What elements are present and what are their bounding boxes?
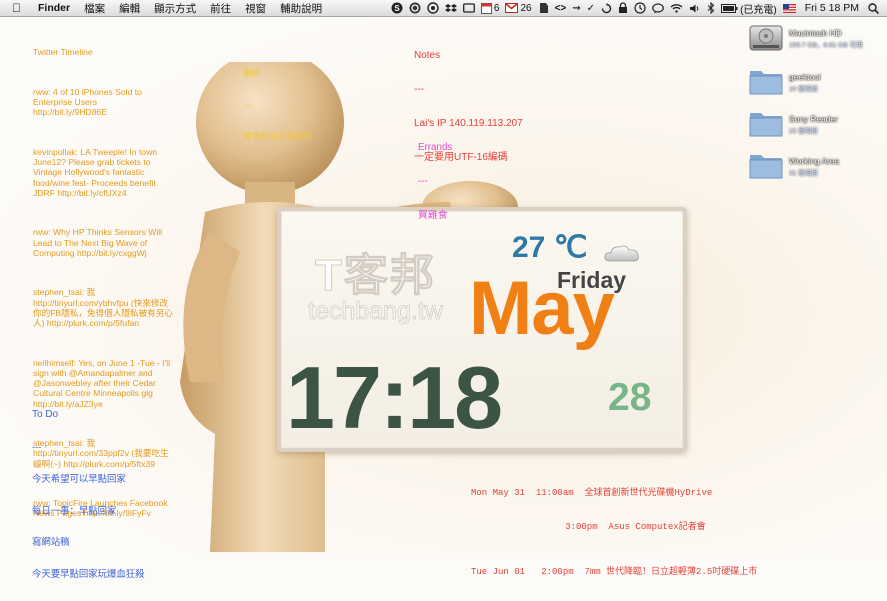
hard-disk-icon: [749, 25, 783, 51]
battery-icon[interactable]: (已充電): [718, 1, 780, 16]
desktop-icon-sony-reader[interactable]: Sony Reader 23 個項目: [749, 109, 838, 137]
desktop: T客邦 techbang.tw 27 ℃ Friday May 17:18 28…: [0, 17, 887, 579]
bluetooth-icon[interactable]: [704, 2, 718, 14]
notes-separator: ---: [414, 84, 424, 96]
todo-item: 今天要早點回家玩爆血狂殺: [32, 568, 145, 580]
errands-separator: ---: [418, 176, 428, 188]
battery-status-text: (已充電): [740, 4, 777, 16]
time-machine-icon[interactable]: [631, 2, 649, 14]
mail-badge: 26: [520, 2, 532, 14]
gmail-icon[interactable]: 26: [502, 3, 534, 14]
calendar-event: Tue Jun 01 2:00pm 7mm 世代降臨！日立超輕薄2.5吋硬碟上市: [471, 567, 757, 578]
event-date: Mon May 31: [471, 487, 526, 498]
tweet: stephen_tsai: 我 http://tinyurl.com/ybhvf…: [33, 287, 173, 329]
menu-bar:  Finder 檔案 編輯 顯示方式 前往 視窗 輔助說明 S 6 26: [0, 0, 887, 17]
delete-note-body: 遠端刪除手機資料: [243, 131, 312, 141]
errands-title: Errands: [418, 141, 453, 153]
todo-item: 每日一事：早點回家: [32, 504, 117, 516]
status-menus: S 6 26 <> ⇝ ✓ (已充電) Fri 5 18 PM: [388, 1, 887, 16]
event-time: 11:00am: [535, 487, 574, 498]
wifi-icon[interactable]: [667, 3, 686, 13]
tweet: kevinpollak: LA Tweeple! In town June12?…: [33, 147, 160, 198]
volume-icon[interactable]: [686, 3, 704, 14]
scale-icon[interactable]: ⇝: [569, 3, 583, 14]
apple-menu-icon[interactable]: : [0, 1, 31, 15]
menu-edit[interactable]: 編輯: [112, 1, 147, 16]
todo-item: 寫網站稿: [32, 536, 70, 548]
cloud-weather-icon: [604, 245, 639, 262]
code-brackets-icon[interactable]: <>: [552, 3, 570, 14]
input-flag-icon[interactable]: [780, 3, 799, 13]
desktop-icon-name: Sony Reader: [789, 114, 838, 124]
quicksilver-icon[interactable]: [406, 2, 424, 14]
skype-icon[interactable]: S: [388, 2, 406, 14]
folder-icon: [749, 71, 783, 95]
desktop-icon-info: 31 個項目: [789, 170, 818, 177]
menu-help[interactable]: 輔助說明: [273, 1, 329, 16]
lock-icon[interactable]: [615, 2, 631, 14]
menu-window[interactable]: 視窗: [238, 1, 273, 16]
temperature-value: 27 ℃: [512, 231, 588, 264]
menubar-clock[interactable]: Fri 5 18 PM: [799, 2, 865, 14]
event-time: 3:00pm: [565, 522, 598, 533]
checkmark-icon[interactable]: ✓: [584, 3, 598, 14]
watermark-en: techbang.tw: [308, 297, 444, 325]
tweet: rww: 4 of 10 iPhones Sold to Enterprise …: [33, 87, 145, 118]
desktop-icon-info: 159.7 GB，8.61 GB 可用: [789, 42, 863, 49]
desktop-icon-name: Macintosh HD: [789, 28, 842, 38]
todo-title: To Do: [32, 409, 59, 421]
calendar-event: Mon May 31 11:00am 全球首創新世代光碟機HyDrive: [471, 488, 757, 499]
delete-note-separator: ---: [243, 99, 252, 110]
sync-icon[interactable]: [598, 2, 615, 14]
desktop-icon-macintosh-hd[interactable]: Macintosh HD 159.7 GB，8.61 GB 可用: [749, 23, 863, 53]
menu-view[interactable]: 顯示方式: [147, 1, 203, 16]
calendar-icon[interactable]: 6: [478, 2, 503, 14]
errands-geeklet: Errands --- 買雞食: [418, 119, 452, 244]
dropbox-icon[interactable]: [442, 3, 460, 14]
event-title: Asus Computex記者會: [608, 522, 706, 533]
desktop-icon-working-area[interactable]: Working Area 31 個項目: [749, 151, 839, 179]
techbang-watermark: T客邦 techbang.tw: [308, 251, 444, 325]
menu-file[interactable]: 檔案: [77, 1, 112, 16]
event-title: 全球首創新世代光碟機HyDrive: [584, 487, 713, 498]
desktop-icon-geektool[interactable]: geektool 10 個項目: [749, 67, 821, 95]
time-display: 17:18: [286, 348, 503, 447]
tweet: rww: Why HP Thinks Sensors Will Lead to …: [33, 227, 165, 258]
spotlight-icon[interactable]: [865, 2, 887, 14]
desktop-icon-name: Working Area: [789, 156, 840, 166]
desktop-icon-name: geektool: [789, 72, 821, 82]
twitter-title: Twitter Timeline: [33, 47, 93, 58]
svg-text:S: S: [394, 4, 400, 13]
event-time: 2:00pm: [541, 567, 574, 578]
day-of-month: 28: [608, 376, 652, 419]
calendar-badge: 6: [493, 2, 500, 14]
event-title: 7mm 世代降臨！日立超輕薄2.5吋硬碟上市: [584, 567, 758, 578]
month-label: May: [469, 266, 615, 351]
event-date: Tue Jun 01: [471, 567, 526, 578]
todo-item: 今天希望可以早點回家: [32, 472, 126, 484]
delete-note-title: 刪除: [243, 68, 261, 78]
remote-delete-note: 刪除 --- 遠端刪除手機資料: [243, 47, 312, 163]
screen-capture-icon[interactable]: [460, 2, 478, 14]
calendar-events-geeklet: Mon May 31 11:00am 全球首創新世代光碟機HyDrive 3:0…: [471, 465, 757, 601]
desktop-icon-info: 10 個項目: [789, 86, 818, 93]
notes-title: Notes: [414, 49, 441, 61]
menu-app-finder[interactable]: Finder: [31, 2, 77, 14]
errands-line: 買雞食: [418, 210, 448, 222]
folder-icon: [749, 113, 783, 137]
menu-go[interactable]: 前往: [203, 1, 238, 16]
folder-icon: [749, 155, 783, 179]
todo-separator: ---: [32, 440, 42, 452]
calendar-event: 3:00pm Asus Computex記者會: [471, 522, 757, 533]
watermark-cn: T客邦: [314, 251, 436, 300]
speech-bubble-icon[interactable]: [649, 2, 667, 14]
ichat-icon[interactable]: [424, 2, 442, 14]
evernote-icon[interactable]: [535, 2, 552, 14]
desktop-icon-info: 23 個項目: [789, 128, 818, 135]
todo-geeklet: To Do --- 今天希望可以早點回家 每日一事：早點回家 寫網站稿 今天要早…: [32, 389, 182, 601]
